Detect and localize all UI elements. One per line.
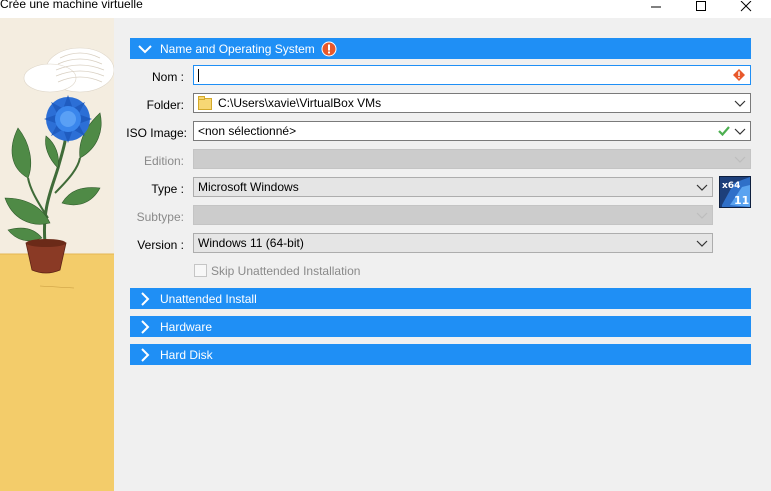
section-name-os-header[interactable]: Name and Operating System (130, 38, 751, 59)
edition-label: Edition: (143, 154, 184, 168)
type-combobox[interactable]: Microsoft Windows (193, 177, 713, 197)
type-label: Type : (151, 182, 184, 196)
name-input[interactable] (193, 65, 751, 85)
type-value: Microsoft Windows (198, 180, 299, 194)
folder-icon (198, 96, 212, 110)
chevron-right-icon (130, 347, 160, 362)
text-caret (198, 68, 199, 82)
windows-os-icon: x64 11 (719, 176, 751, 208)
close-icon (740, 1, 752, 12)
section-hardware-header[interactable]: Hardware (130, 316, 751, 337)
wizard-content (114, 18, 771, 491)
chevron-down-icon (734, 100, 746, 107)
section-hard-disk-label: Hard Disk (160, 347, 213, 362)
subtype-label: Subtype: (136, 210, 184, 224)
nom-label: Nom : (151, 70, 184, 84)
window-title: Crée une machine virtuelle (0, 0, 143, 11)
version-value: Windows 11 (64-bit) (198, 236, 304, 250)
edition-combobox (193, 149, 751, 169)
chevron-right-icon (130, 291, 160, 306)
folder-combobox[interactable]: C:\Users\xavie\VirtualBox VMs (193, 93, 751, 113)
maximize-button[interactable] (678, 0, 724, 14)
iso-value: <non sélectionné> (198, 124, 297, 138)
section-unattended-label: Unattended Install (160, 291, 257, 306)
chevron-down-icon (734, 128, 746, 135)
folder-label: Folder: (146, 98, 184, 112)
chevron-down-icon (734, 156, 746, 163)
warning-icon (321, 41, 337, 57)
chevron-down-icon (130, 44, 160, 54)
os-badge-arch: x64 (722, 181, 740, 191)
section-unattended-header[interactable]: Unattended Install (130, 288, 751, 309)
version-label: Version : (137, 238, 184, 252)
chevron-down-icon (696, 184, 708, 191)
title-bar: Crée une machine virtuelle (0, 0, 771, 18)
iso-image-combobox[interactable]: <non sélectionné> (193, 121, 751, 141)
section-hard-disk-header[interactable]: Hard Disk (130, 344, 751, 365)
section-name-os-label: Name and Operating System (160, 41, 315, 56)
minimize-icon (651, 6, 661, 8)
version-combobox[interactable]: Windows 11 (64-bit) (193, 233, 713, 253)
plant-illustration (0, 18, 114, 491)
wizard-illustration (0, 18, 114, 491)
subtype-combobox (193, 205, 713, 225)
chevron-right-icon (130, 319, 160, 334)
iso-label: ISO Image: (126, 126, 187, 140)
error-icon (733, 69, 745, 84)
skip-unattended-label: Skip Unattended Installation (211, 264, 361, 278)
chevron-down-icon (696, 240, 708, 247)
close-button[interactable] (723, 0, 769, 14)
checkmark-icon (718, 125, 730, 140)
folder-value: C:\Users\xavie\VirtualBox VMs (218, 96, 382, 110)
os-badge-version: 11 (734, 194, 749, 207)
skip-unattended-checkbox (194, 264, 207, 277)
minimize-button[interactable] (633, 0, 679, 14)
section-hardware-label: Hardware (160, 319, 213, 334)
chevron-down-icon (696, 212, 708, 219)
maximize-icon (696, 1, 706, 11)
